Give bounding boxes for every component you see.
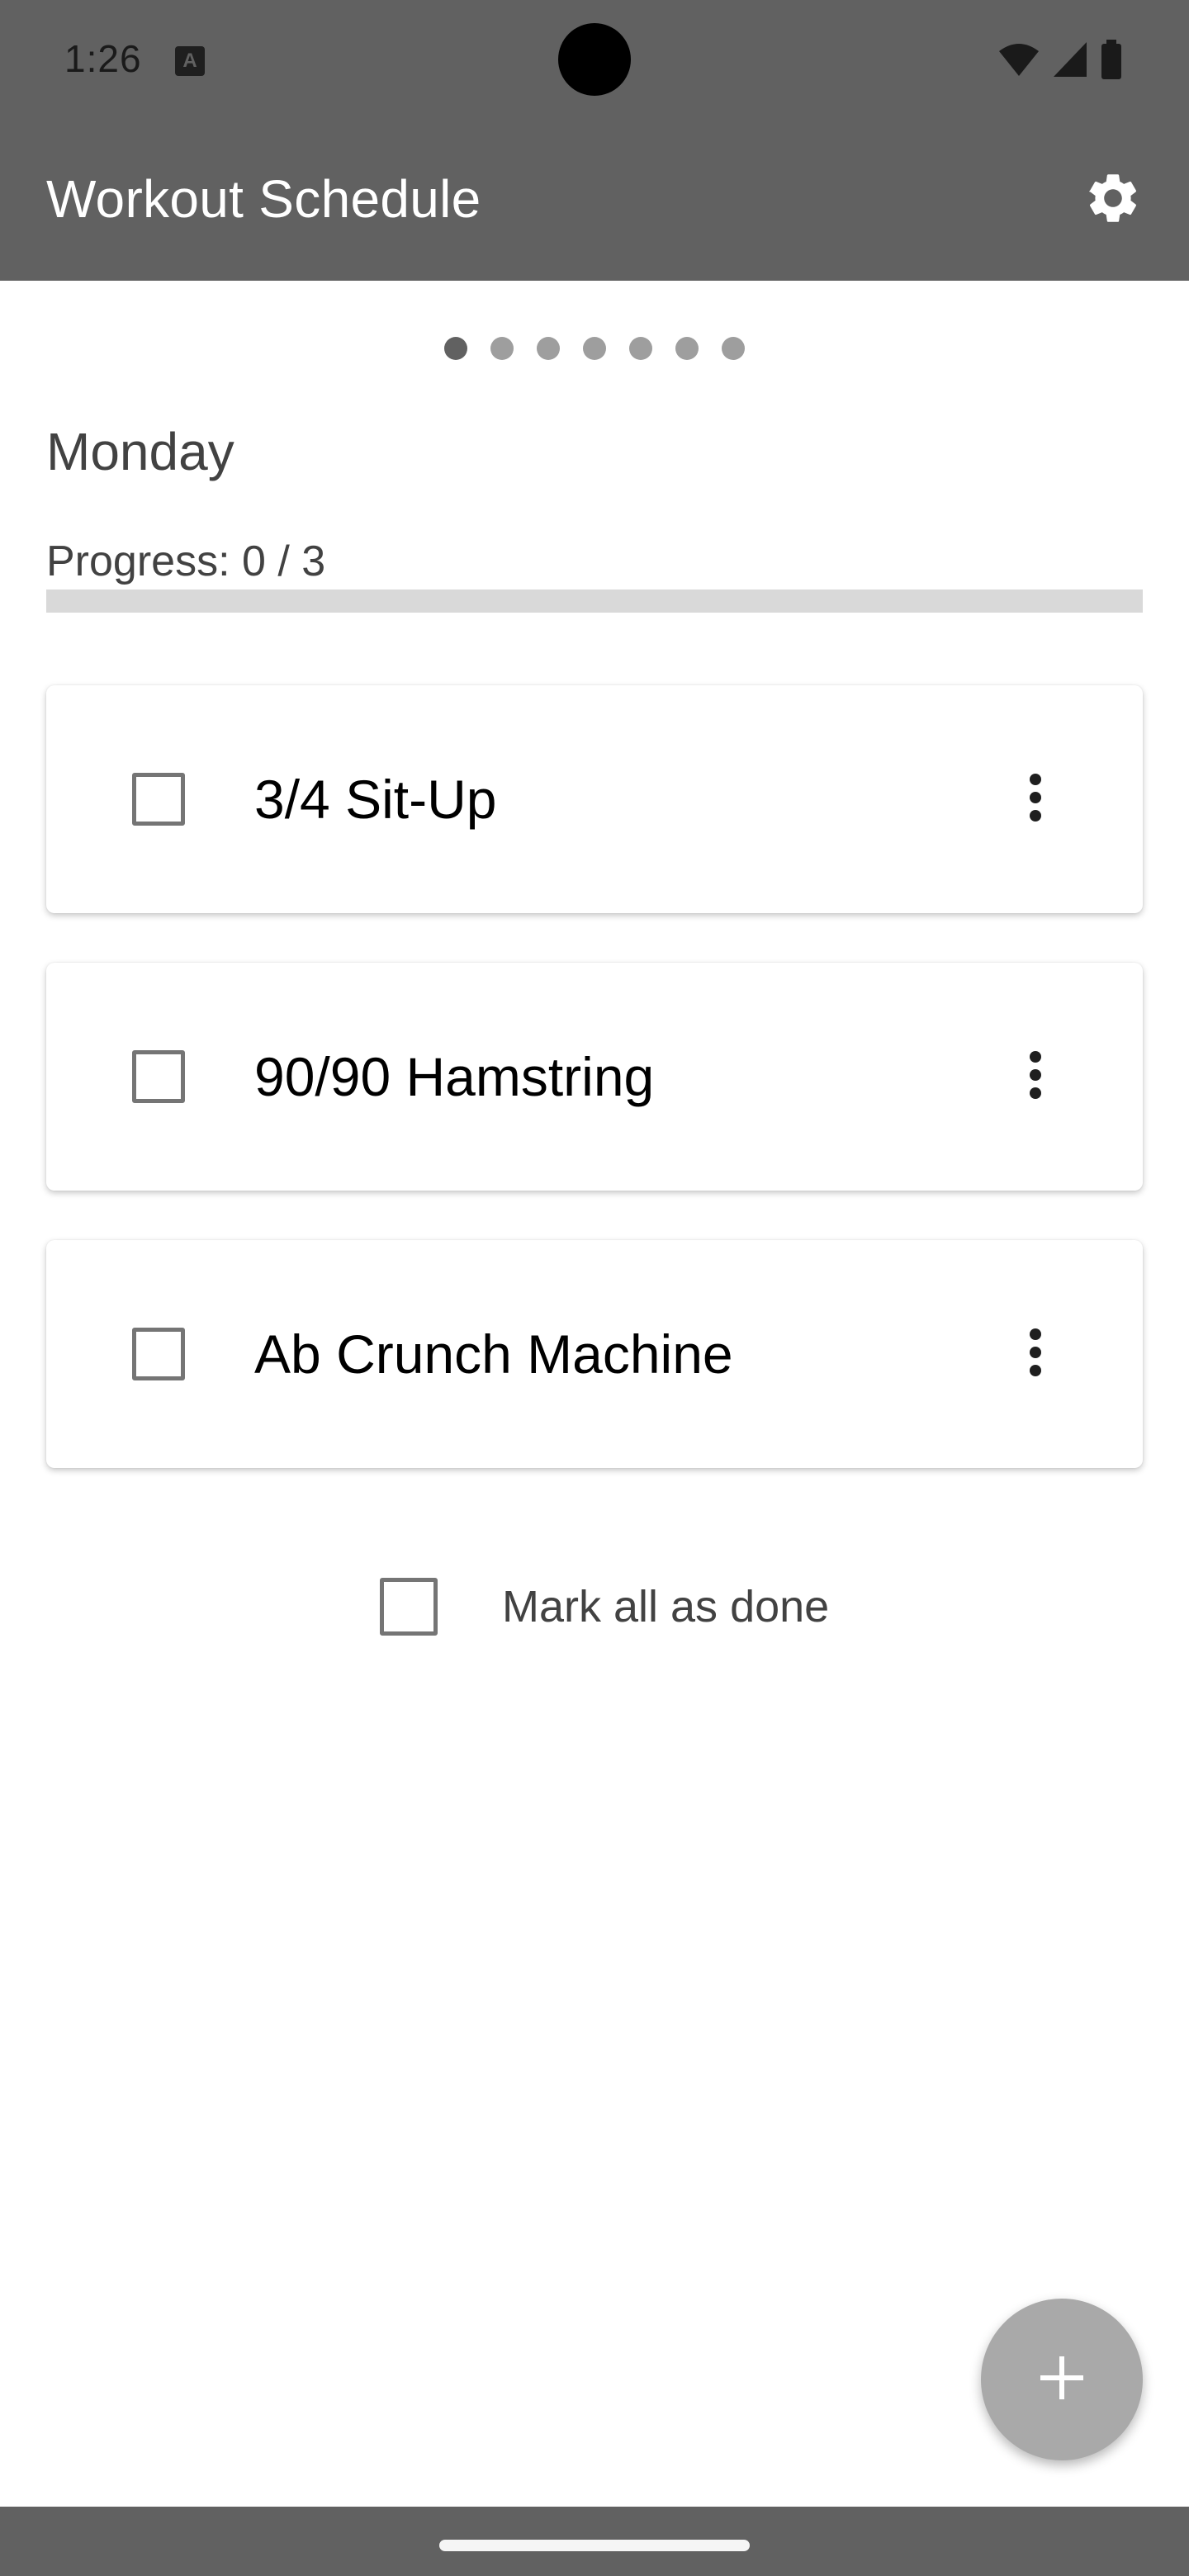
navigation-bar	[0, 2507, 1189, 2576]
signal-icon	[1052, 40, 1088, 78]
more-vert-icon	[1029, 1328, 1042, 1381]
page-dot[interactable]	[537, 337, 560, 360]
exercise-menu-button[interactable]	[1011, 773, 1060, 826]
exercise-menu-button[interactable]	[1011, 1328, 1060, 1381]
app-title: Workout Schedule	[46, 169, 481, 229]
mark-all-checkbox[interactable]	[380, 1578, 438, 1636]
exercise-name: 90/90 Hamstring	[254, 1046, 655, 1107]
status-time: 1:26	[64, 37, 142, 80]
exercise-name: 3/4 Sit-Up	[254, 769, 497, 830]
wifi-icon	[997, 41, 1040, 78]
a-icon: A	[175, 46, 205, 76]
page-dot[interactable]	[629, 337, 652, 360]
day-title: Monday	[46, 422, 234, 481]
gesture-handle[interactable]	[439, 2540, 750, 2551]
page-indicator	[0, 337, 1189, 362]
page-dot[interactable]	[444, 337, 467, 360]
more-vert-icon	[1029, 1050, 1042, 1104]
progress-bar	[46, 590, 1143, 613]
battery-icon	[1100, 40, 1123, 79]
mark-all-row[interactable]: Mark all as done	[380, 1575, 829, 1638]
exercise-card[interactable]: 3/4 Sit-Up	[46, 685, 1143, 913]
settings-button[interactable]	[1077, 163, 1149, 236]
camera-cutout	[558, 23, 631, 96]
more-vert-icon	[1029, 773, 1042, 826]
exercise-card[interactable]: Ab Crunch Machine	[46, 1240, 1143, 1468]
exercise-checkbox[interactable]	[132, 773, 185, 826]
exercise-checkbox[interactable]	[132, 1328, 185, 1380]
progress-label: Progress: 0 / 3	[46, 537, 326, 585]
exercise-card[interactable]: 90/90 Hamstring	[46, 963, 1143, 1191]
gear-icon	[1083, 168, 1143, 232]
status-bar: 1:26 A	[0, 0, 1189, 119]
add-exercise-button[interactable]	[981, 2299, 1143, 2460]
plus-icon	[1039, 2355, 1085, 2405]
mark-all-label: Mark all as done	[502, 1582, 830, 1631]
exercise-menu-button[interactable]	[1011, 1050, 1060, 1104]
page-dot[interactable]	[675, 337, 699, 360]
page-dot[interactable]	[583, 337, 606, 360]
app-bar: Workout Schedule	[0, 119, 1189, 281]
exercise-checkbox[interactable]	[132, 1050, 185, 1103]
page-dot[interactable]	[490, 337, 514, 360]
status-icons	[997, 36, 1123, 83]
page-dot[interactable]	[722, 337, 745, 360]
exercise-name: Ab Crunch Machine	[254, 1324, 733, 1385]
